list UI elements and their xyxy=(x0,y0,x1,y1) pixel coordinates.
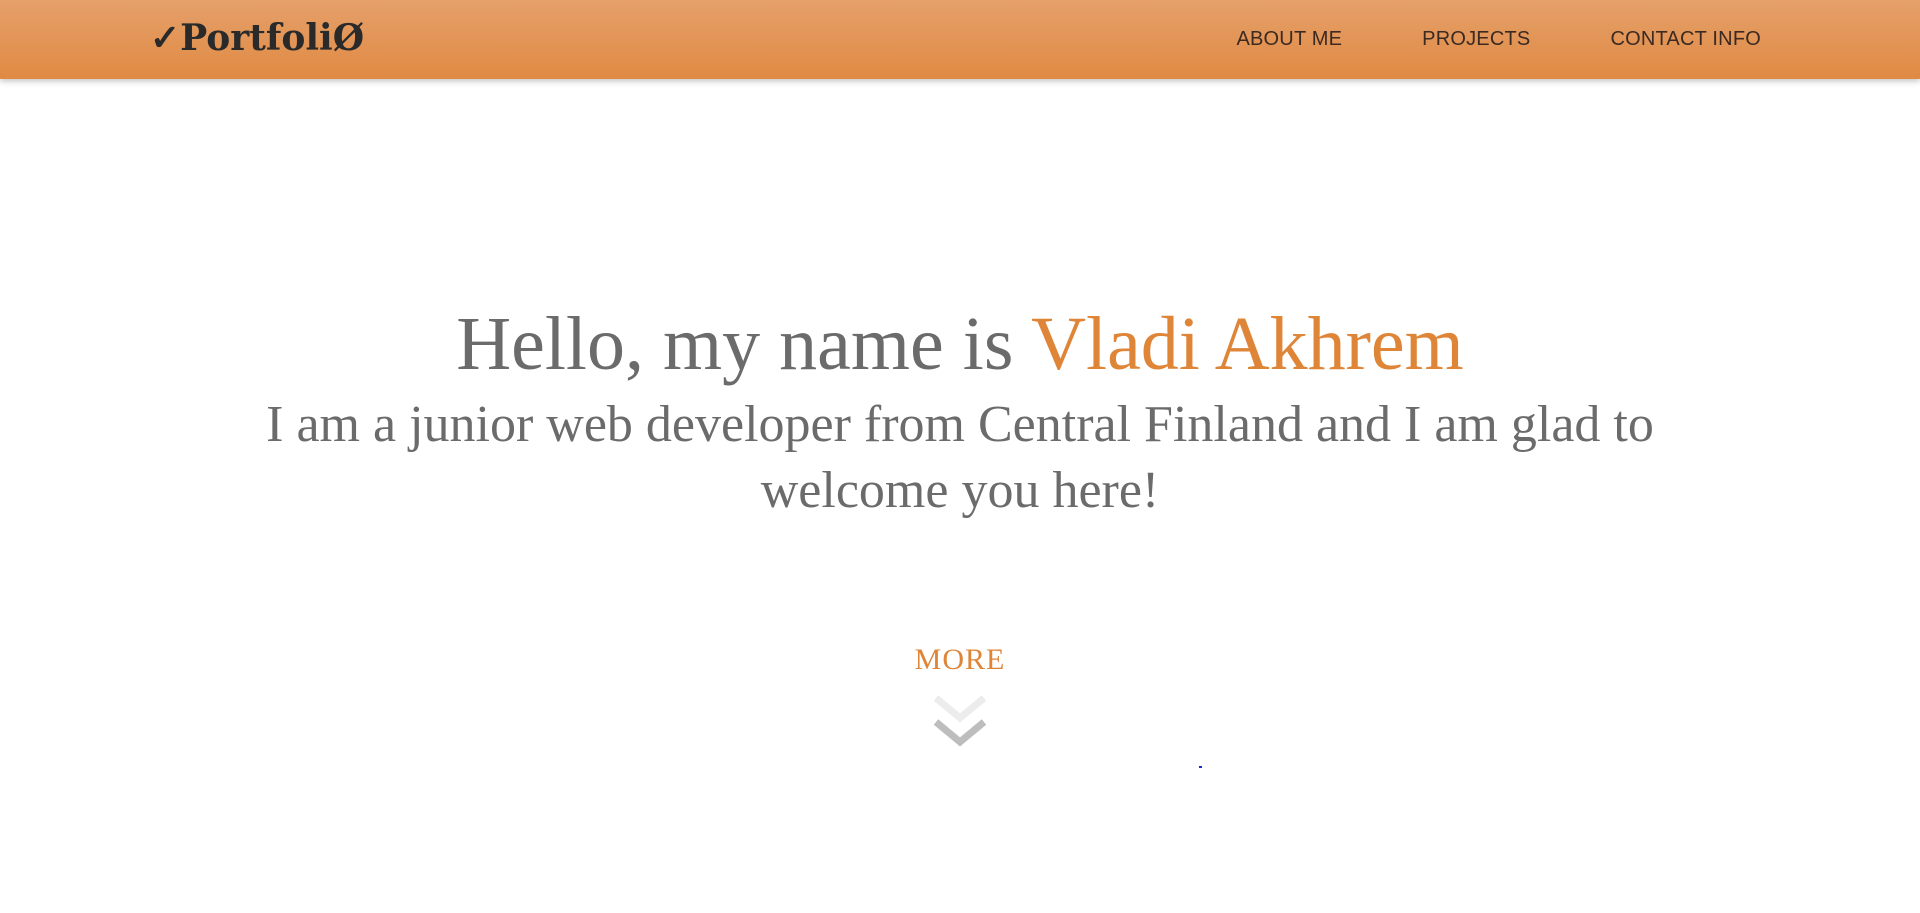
hero-subtitle: I am a junior web developer from Central… xyxy=(266,396,1654,519)
top-navbar: ✓PortfoliØ ABOUT ME PROJECTS CONTACT INF… xyxy=(0,0,1920,79)
hero-name: Vladi Akhrem xyxy=(1031,302,1464,386)
hero-greeting: Hello, my name is xyxy=(456,302,1032,386)
nav-menu: ABOUT ME PROJECTS CONTACT INFO xyxy=(1236,0,1761,79)
hero-title: Hello, my name is Vladi Akhrem xyxy=(0,296,1920,392)
stray-pixel-mark xyxy=(1199,766,1202,768)
nav-link-projects[interactable]: PROJECTS xyxy=(1422,28,1530,51)
hero-section: Hello, my name is Vladi Akhrem I am a ju… xyxy=(0,296,1920,524)
nav-link-contact-info[interactable]: CONTACT INFO xyxy=(1610,28,1761,51)
double-chevron-down-icon xyxy=(933,695,987,747)
more-button[interactable]: MORE xyxy=(860,640,1060,750)
nav-link-about-me[interactable]: ABOUT ME xyxy=(1236,28,1342,51)
more-label: MORE xyxy=(914,643,1006,676)
site-logo[interactable]: ✓PortfoliØ xyxy=(150,16,364,60)
